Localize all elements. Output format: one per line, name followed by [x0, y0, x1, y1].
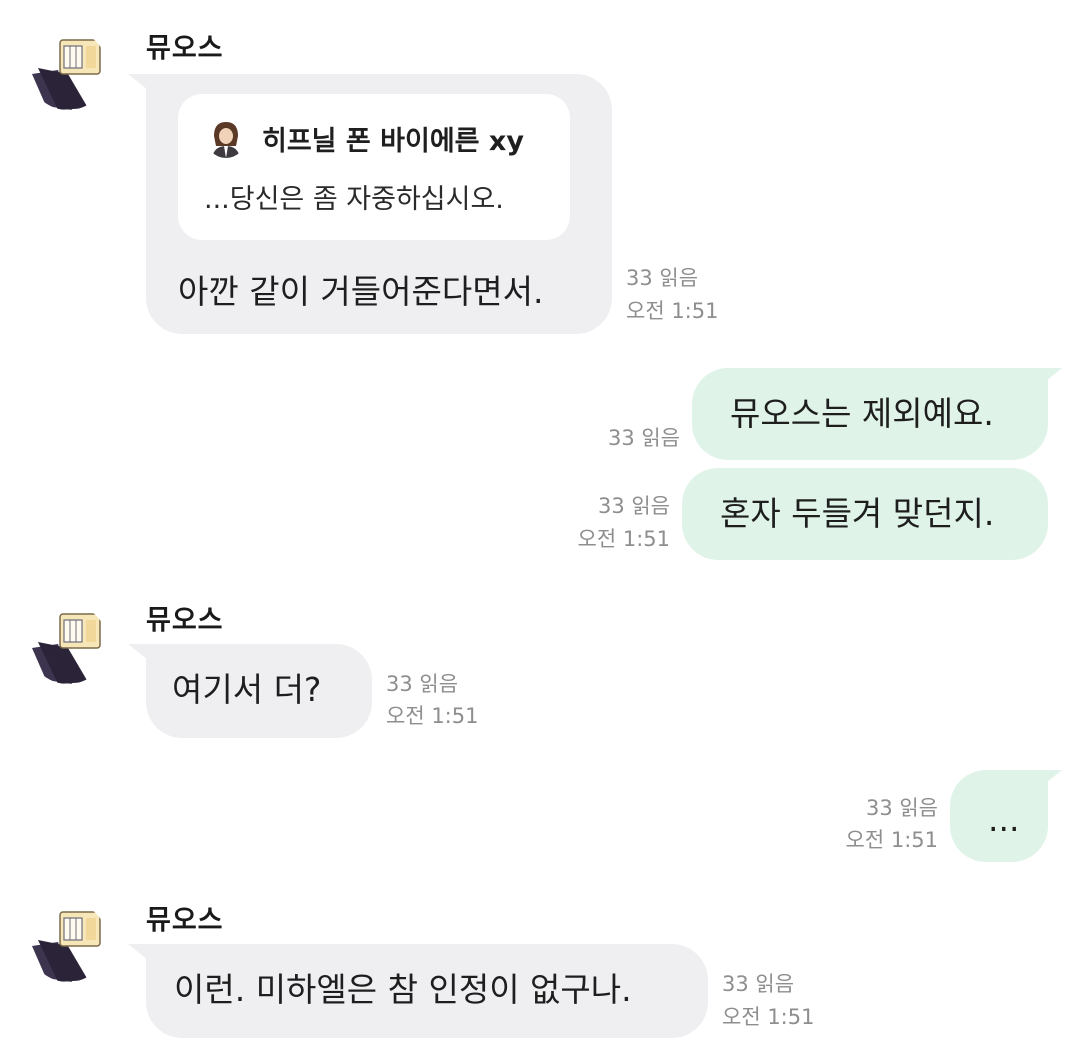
message-bubble[interactable]: ...	[950, 770, 1048, 862]
message-text: 여기서 더?	[172, 670, 322, 709]
avatar-icon	[28, 902, 108, 982]
read-count: 33 읽음	[626, 266, 699, 290]
message-bubble[interactable]: 히프닐 폰 바이에른 xy ...당신은 좀 자중하십시오. 아깐 같이 거들어…	[146, 74, 612, 334]
message-text: 이런. 미하엘은 참 인정이 없구나.	[174, 970, 632, 1009]
sender-avatar[interactable]	[28, 604, 108, 684]
read-count: 33 읽음	[386, 672, 459, 696]
timestamp: 오전 1:51	[626, 299, 719, 323]
read-count: 33 읽음	[597, 494, 670, 518]
message-text: ...	[988, 800, 1020, 839]
avatar-icon	[28, 30, 108, 110]
avatar-icon	[28, 604, 108, 684]
quote-author: 히프닐 폰 바이에른 xy	[262, 126, 524, 157]
timestamp: 오전 1:51	[722, 1005, 815, 1029]
message-text: 뮤오스는 제외예요.	[730, 394, 994, 433]
timestamp: 오전 1:51	[386, 704, 479, 728]
timestamp: 오전 1:51	[845, 828, 938, 852]
message-text: 혼자 두들겨 맞던지.	[720, 494, 995, 533]
read-count: 33 읽음	[607, 426, 680, 450]
message-bubble[interactable]: 혼자 두들겨 맞던지.	[682, 468, 1048, 560]
sender-avatar[interactable]	[28, 30, 108, 110]
message-bubble[interactable]: 이런. 미하엘은 참 인정이 없구나.	[146, 944, 708, 1038]
timestamp: 오전 1:51	[577, 527, 670, 551]
message-bubble[interactable]: 뮤오스는 제외예요.	[692, 368, 1048, 460]
sender-name: 뮤오스	[146, 605, 224, 636]
sender-name: 뮤오스	[146, 33, 224, 64]
quote-avatar	[206, 118, 246, 158]
read-count: 33 읽음	[865, 796, 938, 820]
reply-quote[interactable]: 히프닐 폰 바이에른 xy ...당신은 좀 자중하십시오.	[178, 94, 570, 240]
message-bubble[interactable]: 여기서 더?	[146, 644, 372, 738]
sender-avatar[interactable]	[28, 902, 108, 982]
message-text: 아깐 같이 거들어준다면서.	[178, 272, 544, 311]
read-count: 33 읽음	[722, 972, 795, 996]
quote-text: ...당신은 좀 자중하십시오.	[204, 184, 504, 215]
person-avatar-icon	[206, 118, 246, 158]
sender-name: 뮤오스	[146, 905, 224, 936]
